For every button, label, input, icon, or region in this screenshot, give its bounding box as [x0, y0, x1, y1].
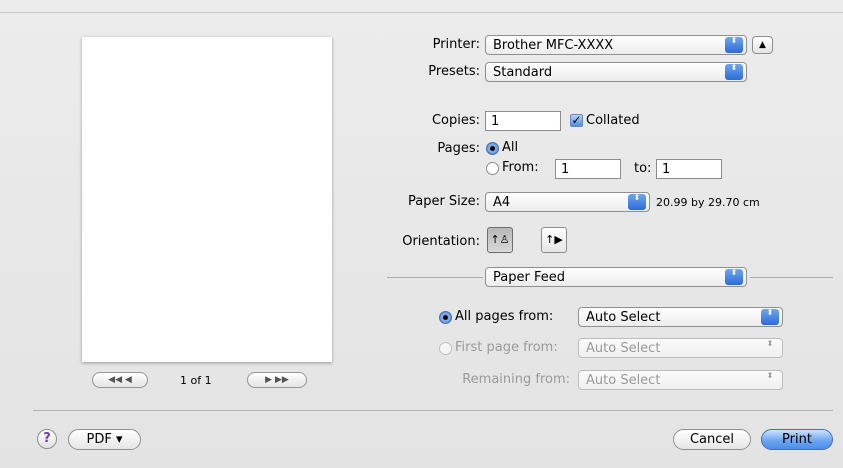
pages-from-field[interactable]: 1	[555, 159, 621, 179]
popup-arrows-icon: ⬍	[761, 309, 779, 325]
print-button[interactable]: Print	[761, 429, 833, 450]
collated-label: Collated	[586, 113, 640, 128]
section-value: Paper Feed	[493, 270, 565, 285]
paper-size-value: A4	[493, 195, 511, 210]
popup-arrows-icon: ⬍	[766, 371, 774, 380]
first-page-from-radio[interactable]	[439, 342, 452, 355]
landscape-icon: ↑▶	[545, 233, 563, 246]
pages-from-label: From:	[502, 160, 539, 175]
popup-arrows-icon: ⬍	[725, 64, 743, 80]
portrait-icon: ↑♙	[490, 233, 510, 246]
cancel-button[interactable]: Cancel	[673, 429, 751, 450]
checkmark-icon: ✓	[571, 113, 582, 127]
page-indicator: 1 of 1	[180, 374, 212, 387]
presets-value: Standard	[493, 65, 553, 80]
section-divider-left	[387, 277, 483, 278]
copies-field[interactable]: 1	[485, 111, 561, 131]
chevron-up-icon: ▲	[759, 40, 766, 50]
section-divider-right	[750, 277, 833, 278]
remaining-source-select[interactable]: Auto Select ⬍	[578, 370, 783, 390]
all-pages-from-radio[interactable]	[439, 311, 452, 324]
portrait-orientation-button[interactable]: ↑♙	[487, 227, 513, 253]
pages-label: Pages:	[437, 141, 480, 156]
popup-arrows-icon: ⬍	[725, 269, 743, 285]
print-dialog: ◀◀ ◀ 1 of 1 ▶ ▶▶ Printer: Brother MFC-XX…	[0, 0, 843, 468]
copies-label: Copies:	[431, 113, 480, 128]
printer-select[interactable]: Brother MFC-XXXX ⬍	[485, 35, 747, 55]
prev-page-icon[interactable]: ◀	[125, 375, 132, 385]
next-page-icon[interactable]: ▶	[265, 375, 272, 385]
help-button[interactable]: ?	[37, 429, 57, 449]
pages-to-field[interactable]: 1	[656, 159, 722, 179]
paper-size-label: Paper Size:	[407, 194, 480, 209]
first-page-from-label: First page from:	[455, 340, 558, 355]
popup-arrows-icon: ⬍	[628, 194, 646, 210]
footer-divider	[33, 410, 833, 411]
preview-next-last-control[interactable]: ▶ ▶▶	[247, 372, 307, 388]
all-pages-from-label: All pages from:	[455, 309, 554, 324]
remaining-source-value: Auto Select	[586, 373, 661, 388]
landscape-orientation-button[interactable]: ↑▶	[541, 227, 567, 253]
pages-all-label: All	[502, 140, 519, 155]
question-mark-icon: ?	[43, 431, 51, 446]
last-page-icon[interactable]: ▶▶	[275, 375, 289, 385]
all-pages-source-value: Auto Select	[586, 310, 661, 325]
remaining-from-label: Remaining from:	[462, 372, 570, 387]
popup-arrows-icon: ⬍	[766, 339, 774, 348]
popup-arrows-icon: ⬍	[725, 37, 743, 53]
printer-label: Printer:	[432, 37, 480, 52]
first-page-icon[interactable]: ◀◀	[108, 375, 122, 385]
title-divider	[0, 12, 843, 13]
first-page-source-select[interactable]: Auto Select ⬍	[578, 338, 783, 358]
collated-checkbox[interactable]: ✓	[570, 114, 583, 127]
preview-first-prev-control[interactable]: ◀◀ ◀	[92, 372, 148, 388]
paper-dimensions: 20.99 by 29.70 cm	[656, 196, 760, 209]
pages-from-radio[interactable]	[486, 162, 499, 175]
section-select[interactable]: Paper Feed ⬍	[485, 267, 747, 287]
presets-label: Presets:	[428, 64, 480, 79]
orientation-label: Orientation:	[402, 234, 480, 249]
pages-to-label: to:	[634, 161, 652, 176]
pages-all-radio[interactable]	[486, 142, 499, 155]
paper-size-select[interactable]: A4 ⬍	[485, 192, 650, 212]
printer-value: Brother MFC-XXXX	[493, 38, 614, 53]
pdf-menu-button[interactable]: PDF ▾	[68, 429, 141, 450]
first-page-source-value: Auto Select	[586, 341, 661, 356]
collapse-details-button[interactable]: ▲	[752, 36, 773, 54]
page-preview	[82, 37, 332, 362]
presets-select[interactable]: Standard ⬍	[485, 62, 747, 82]
all-pages-source-select[interactable]: Auto Select ⬍	[578, 307, 783, 327]
